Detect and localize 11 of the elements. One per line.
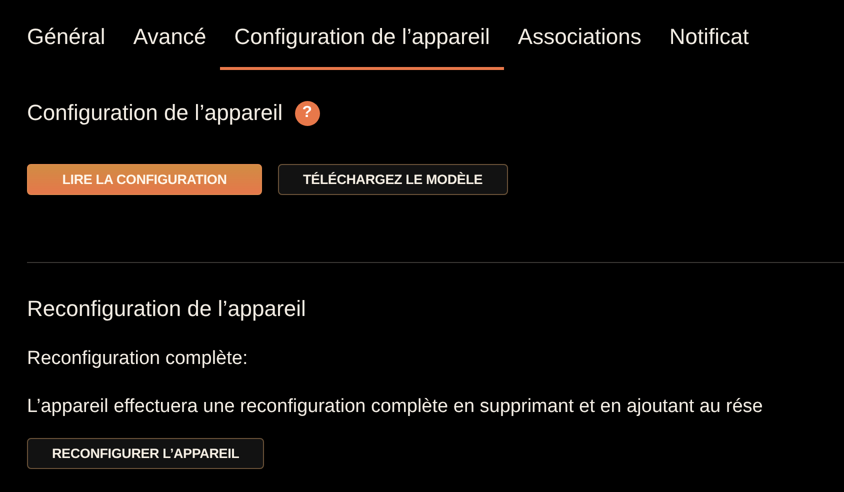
description-text: L’appareil effectuera une reconfiguration complète en supprimant et en ajoutant au rése (27, 396, 764, 418)
action-button[interactable]: RECONFIGURER L’APPAREIL (27, 438, 264, 469)
section-title: Configuration de l’appareil (27, 100, 283, 126)
tab[interactable]: Général (13, 0, 120, 70)
tab[interactable]: Notificat (655, 0, 763, 70)
tab[interactable]: Associations (504, 0, 656, 70)
action-button[interactable]: TÉLÉCHARGEZ LE MODÈLE (278, 164, 508, 195)
tab[interactable]: Configuration de l’appareil (220, 0, 504, 70)
section-title: Reconfiguration de l’appareil (27, 296, 306, 322)
field-label: Reconfiguration complète: (27, 348, 249, 370)
tab[interactable]: Avancé (119, 0, 220, 70)
